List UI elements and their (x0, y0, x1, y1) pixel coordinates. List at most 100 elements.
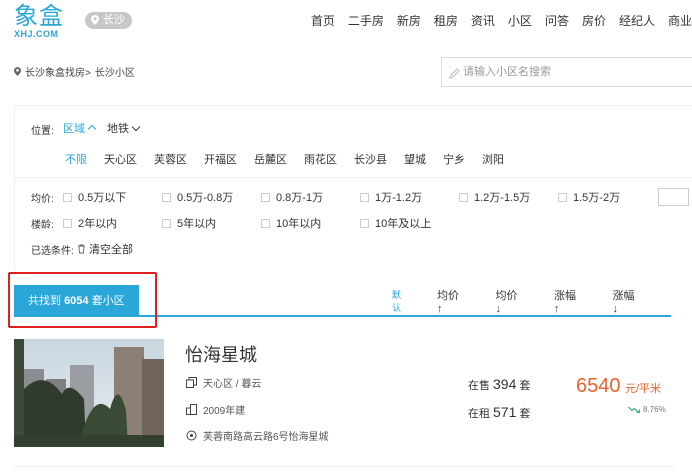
community-photo[interactable] (14, 339, 164, 447)
building-icon (186, 404, 197, 415)
rent-label: 在租 (468, 408, 490, 420)
district-item[interactable]: 望城 (404, 151, 426, 167)
sort-default[interactable]: 默认 (392, 288, 410, 314)
trash-icon (78, 244, 85, 254)
age-option[interactable]: 10年及以上 (360, 215, 459, 231)
sort-change-asc[interactable]: 涨幅 ↑ (554, 287, 585, 315)
site-logo[interactable]: 象盒 XHJ.COM (14, 4, 64, 39)
nav-item-commercial[interactable]: 商业 (668, 13, 692, 29)
checkbox[interactable] (360, 192, 369, 202)
district-item[interactable]: 天心区 (104, 151, 137, 167)
age-option-label: 5年以内 (177, 218, 217, 230)
age-option-label: 2年以内 (78, 218, 118, 230)
custom-price-input[interactable] (658, 188, 689, 206)
nav-item-new-homes[interactable]: 新房 (397, 13, 421, 29)
edit-icon (449, 68, 460, 79)
district-item[interactable]: 宁乡 (443, 151, 465, 167)
layers-icon (186, 377, 197, 388)
price-label: 均价: (31, 194, 54, 205)
price-option-label: 1.5万-2万 (573, 192, 621, 204)
age-option[interactable]: 10年以内 (261, 215, 360, 231)
tab-area[interactable]: 区域 (63, 120, 97, 136)
checkbox[interactable] (360, 218, 369, 228)
checkbox[interactable] (261, 218, 270, 228)
price-option[interactable]: 1.5万-2万 (558, 189, 650, 205)
community-name[interactable]: 怡海星城 (185, 341, 257, 367)
price-value: 6540 (576, 375, 621, 397)
price-option-label: 0.5万以下 (78, 192, 127, 204)
community-built: 2009年建 (186, 402, 245, 417)
checkbox[interactable] (63, 192, 72, 202)
logo-cn: 象盒 (14, 2, 64, 30)
sort-price-desc[interactable]: 均价 ↓ (495, 287, 526, 315)
nav-item-qa[interactable]: 问答 (545, 13, 569, 29)
checkbox[interactable] (162, 192, 171, 202)
district-item[interactable]: 不限 (65, 151, 87, 167)
age-option-label: 10年以内 (276, 218, 322, 230)
search-input[interactable] (463, 62, 683, 82)
price-option-label: 1万-1.2万 (375, 192, 423, 204)
community-district: 天心区 / 暮云 (186, 375, 261, 390)
age-options: 2年以内 5年以内 10年以内 10年及以上 (63, 215, 459, 231)
nav-item-home[interactable]: 首页 (311, 13, 335, 29)
age-option[interactable]: 2年以内 (63, 215, 162, 231)
change-value: 8.76% (643, 405, 666, 414)
price-option[interactable]: 1万-1.2万 (360, 189, 459, 205)
age-label: 楼龄: (31, 220, 54, 231)
clear-all-button[interactable]: 清空全部 (77, 241, 133, 257)
nav-item-agents[interactable]: 经纪人 (619, 13, 655, 29)
nav-item-news[interactable]: 资讯 (471, 13, 495, 29)
price-option[interactable]: 0.5万-0.8万 (162, 189, 261, 205)
district-item[interactable]: 芙蓉区 (154, 151, 187, 167)
sale-count: 394 (493, 376, 517, 392)
for-rent-stat[interactable]: 在租 571 套 (468, 404, 530, 421)
rent-unit: 套 (519, 408, 531, 420)
checkbox[interactable] (63, 218, 72, 228)
district-item[interactable]: 浏阳 (482, 151, 504, 167)
city-selector[interactable]: 长沙 (85, 12, 132, 29)
price-option[interactable]: 0.8万-1万 (261, 189, 360, 205)
district-item[interactable]: 开福区 (204, 151, 237, 167)
price-options: 0.5万以下 0.5万-0.8万 0.8万-1万 1万-1.2万 1.2万-1.… (63, 189, 650, 205)
location-tabs: 区域 地铁 (63, 120, 141, 136)
tab-metro[interactable]: 地铁 (107, 120, 141, 136)
age-option[interactable]: 5年以内 (162, 215, 261, 231)
logo-en: XHJ.COM (14, 29, 59, 39)
district-item[interactable]: 雨花区 (304, 151, 337, 167)
trend-down-icon (628, 406, 640, 413)
sort-change-desc[interactable]: 涨幅 ↓ (612, 287, 643, 315)
price-option[interactable]: 0.5万以下 (63, 189, 162, 205)
checkbox[interactable] (558, 192, 567, 202)
checkbox[interactable] (162, 218, 171, 228)
location-label: 位置: (31, 126, 54, 137)
built-text: 2009年建 (203, 406, 246, 417)
breadcrumb-home[interactable]: 长沙象盒找房> (25, 64, 91, 79)
top-header: 象盒 XHJ.COM 长沙 首页 二手房 新房 租房 资讯 小区 问答 房价 经… (0, 0, 692, 42)
price-option-label: 0.5万-0.8万 (177, 192, 234, 204)
for-sale-stat[interactable]: 在售 394 套 (468, 376, 530, 393)
avg-price: 6540 元/平米 (576, 375, 661, 398)
sort-price-asc[interactable]: 均价 ↑ (437, 287, 468, 315)
breadcrumb-current: 长沙小区 (94, 68, 135, 79)
price-change: 8.76% (628, 405, 666, 414)
main-nav: 首页 二手房 新房 租房 资讯 小区 问答 房价 经纪人 商业 (298, 13, 692, 29)
selected-label: 已选条件: (31, 246, 74, 257)
sale-unit: 套 (519, 380, 531, 392)
nav-item-prices[interactable]: 房价 (582, 13, 606, 29)
district-item[interactable]: 长沙县 (354, 151, 387, 167)
clear-all-label: 清空全部 (89, 244, 133, 256)
price-option[interactable]: 1.2万-1.5万 (459, 189, 558, 205)
tab-metro-label: 地铁 (107, 123, 129, 135)
breadcrumb: 长沙象盒找房> 长沙小区 (14, 64, 135, 79)
nav-item-community[interactable]: 小区 (508, 13, 532, 29)
divider (15, 177, 692, 178)
chevron-up-icon (87, 124, 97, 134)
nav-item-second-hand[interactable]: 二手房 (348, 13, 384, 29)
checkbox[interactable] (459, 192, 468, 202)
nav-item-rent[interactable]: 租房 (434, 13, 458, 29)
checkbox[interactable] (261, 192, 270, 202)
filter-panel: 位置: 区域 地铁 不限 天心区 芙蓉区 开福区 岳麓区 雨花区 长沙县 望城 … (14, 105, 692, 270)
tab-area-label: 区域 (63, 123, 85, 135)
building-photo (14, 339, 164, 447)
district-item[interactable]: 岳麓区 (254, 151, 287, 167)
